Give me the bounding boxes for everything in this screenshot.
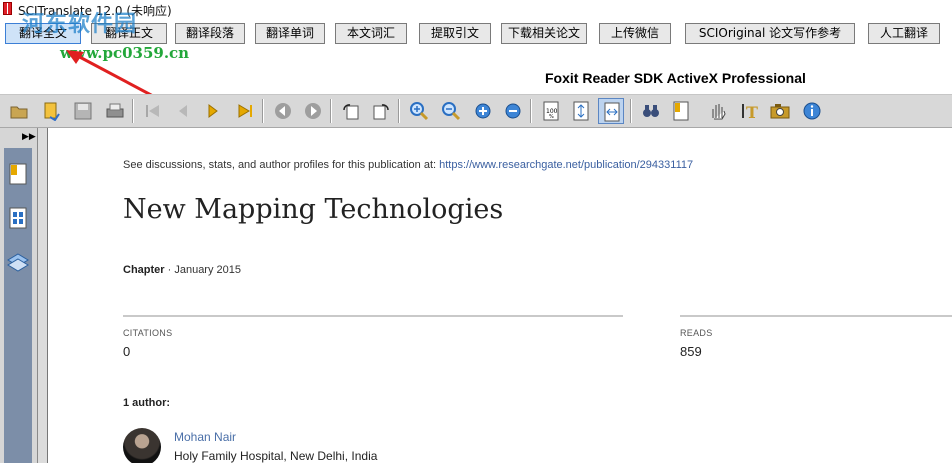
open-folder-icon[interactable]: [38, 98, 64, 124]
citations-count: 0: [123, 344, 131, 359]
prev-page-icon[interactable]: [170, 98, 196, 124]
reads-label: READS: [680, 328, 713, 338]
translate-button-bar: 翻译全文 翻译正文 翻译段落 翻译单词 本文词汇 提取引文 下载相关论文 上传微…: [0, 11, 952, 106]
author-avatar: [123, 428, 161, 463]
chapter-info: Chapter · January 2015: [123, 264, 241, 276]
bookmark-icon[interactable]: [668, 98, 694, 124]
thumbnails-panel-icon[interactable]: [6, 206, 30, 230]
upload-wechat-button[interactable]: 上传微信: [599, 23, 671, 44]
discussion-note: See discussions, stats, and author profi…: [123, 159, 693, 171]
last-page-icon[interactable]: [232, 98, 258, 124]
zoom-in-icon[interactable]: [406, 98, 432, 124]
author-name-link[interactable]: Mohan Nair: [174, 430, 236, 444]
hand-tool-icon[interactable]: [705, 98, 731, 124]
manual-translation-button[interactable]: 人工翻译: [868, 23, 940, 44]
navigation-tab-strip: [4, 148, 32, 463]
layers-panel-icon[interactable]: [6, 250, 30, 274]
save-icon[interactable]: [70, 98, 96, 124]
forward-icon[interactable]: [300, 98, 326, 124]
viewer-title: Foxit Reader SDK ActiveX Professional: [545, 70, 806, 86]
download-related-papers-button[interactable]: 下载相关论文: [501, 23, 587, 44]
info-icon[interactable]: [799, 98, 825, 124]
rotate-left-icon[interactable]: [338, 98, 364, 124]
author-affiliation: Holy Family Hospital, New Delhi, India: [174, 449, 378, 463]
title-bar: SCITranslate 12.0 (未响应): [0, 0, 952, 18]
chapter-date: · January 2015: [164, 264, 241, 276]
fit-page-icon[interactable]: [568, 98, 594, 124]
fit-width-icon[interactable]: [598, 98, 624, 124]
actual-size-icon[interactable]: 100%: [538, 98, 564, 124]
open-icon[interactable]: [6, 98, 32, 124]
publication-link[interactable]: https://www.researchgate.net/publication…: [439, 159, 693, 171]
discussion-prefix: See discussions, stats, and author profi…: [123, 159, 440, 171]
bookmarks-panel-icon[interactable]: [6, 162, 30, 186]
zoom-minus-icon[interactable]: [500, 98, 526, 124]
collapse-panel-icon[interactable]: ▶▶: [22, 132, 36, 142]
find-icon[interactable]: [638, 98, 664, 124]
svg-text:%: %: [549, 114, 554, 120]
sci-original-writing-button[interactable]: SCIOriginal 论文写作参考: [685, 23, 855, 44]
back-icon[interactable]: [270, 98, 296, 124]
svg-text:T: T: [746, 103, 758, 121]
first-page-icon[interactable]: [140, 98, 166, 124]
text-select-icon[interactable]: T: [737, 98, 763, 124]
article-vocabulary-button[interactable]: 本文词汇: [335, 23, 407, 44]
print-icon[interactable]: [102, 98, 128, 124]
panel-splitter[interactable]: [38, 128, 48, 463]
app-icon: [3, 2, 12, 15]
reads-divider: [680, 315, 952, 317]
chapter-label: Chapter: [123, 264, 165, 276]
translate-word-button[interactable]: 翻译单词: [255, 23, 325, 44]
next-page-icon[interactable]: [200, 98, 226, 124]
document-title: New Mapping Technologies: [123, 194, 504, 225]
authors-heading: 1 author:: [123, 397, 171, 409]
snapshot-icon[interactable]: [767, 98, 793, 124]
navigation-panel: ▶▶: [0, 128, 38, 463]
zoom-out-icon[interactable]: [438, 98, 464, 124]
translate-paragraph-button[interactable]: 翻译段落: [175, 23, 245, 44]
citations-divider: [123, 315, 623, 317]
viewer-toolbar: 100% T: [0, 94, 952, 128]
citations-label: CITATIONS: [123, 328, 173, 338]
rotate-right-icon[interactable]: [368, 98, 394, 124]
pdf-page: See discussions, stats, and author profi…: [48, 128, 952, 463]
watermark-logo: 河东软件园: [22, 11, 138, 37]
zoom-plus-icon[interactable]: [470, 98, 496, 124]
reads-count: 859: [680, 344, 702, 359]
extract-citations-button[interactable]: 提取引文: [419, 23, 491, 44]
